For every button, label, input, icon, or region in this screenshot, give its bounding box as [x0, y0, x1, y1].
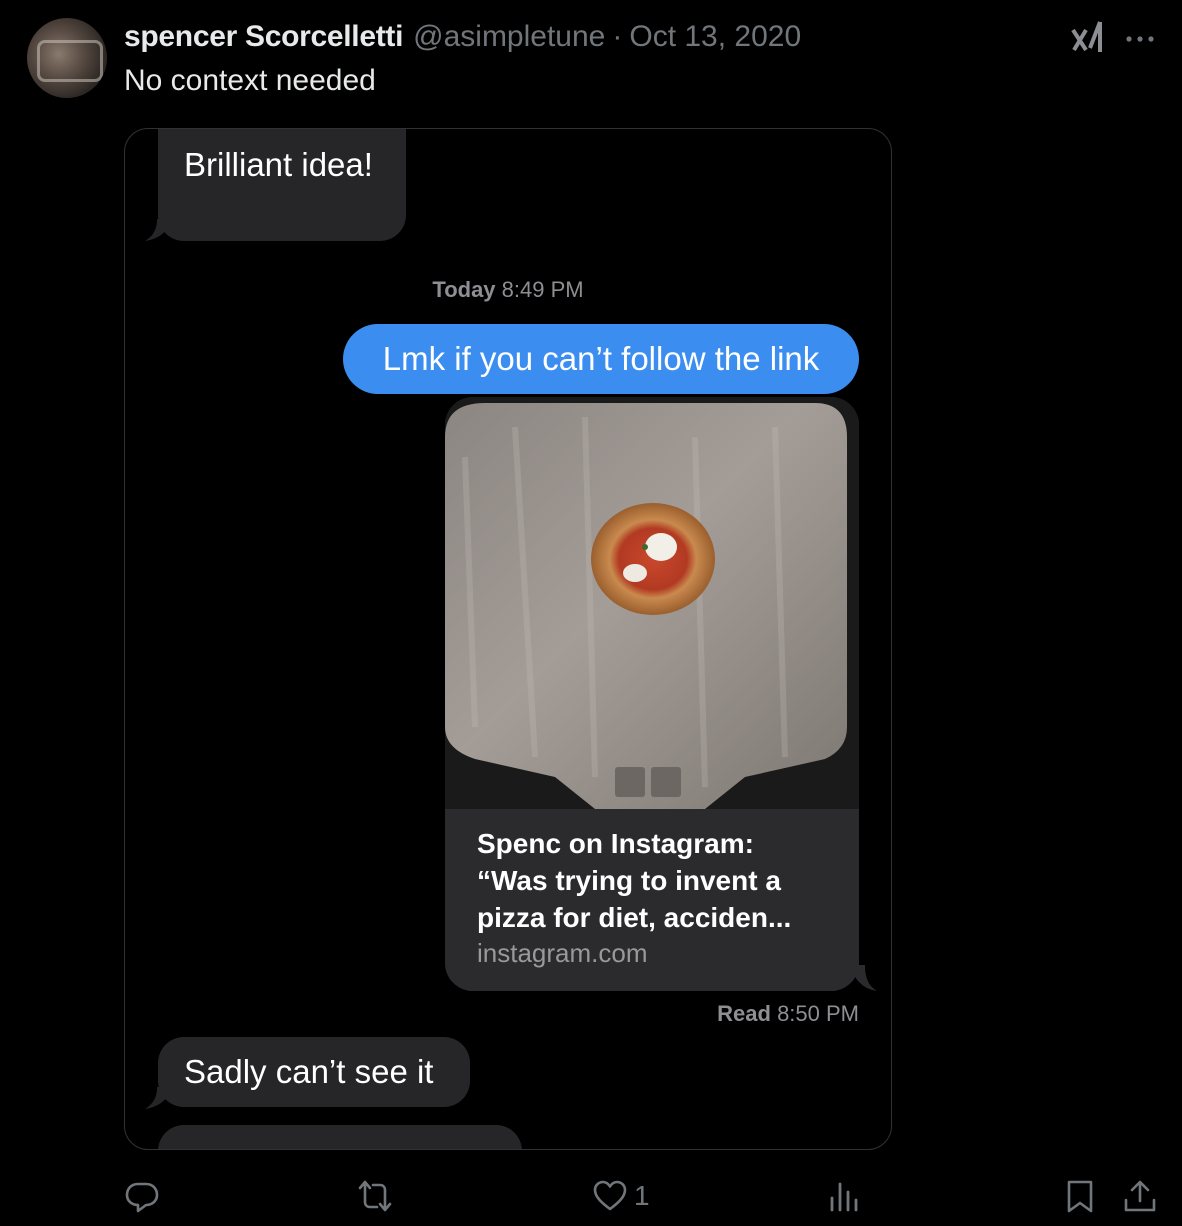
- link-preview-info: Spenc on Instagram: “Was trying to inven…: [445, 809, 859, 991]
- tweet-media[interactable]: Brilliant idea! Today 8:49 PM Lmk if you…: [124, 128, 892, 1150]
- incoming-message-bubble-partial: [158, 1125, 522, 1149]
- views-button[interactable]: [826, 1178, 862, 1214]
- like-icon: [593, 1180, 627, 1211]
- separator-dot: ·: [612, 20, 623, 53]
- bubble-tail-icon: [851, 965, 877, 991]
- bubble-tail-icon: [145, 219, 171, 241]
- share-icon: [1124, 1180, 1156, 1212]
- more-icon[interactable]: [1124, 24, 1156, 54]
- incoming-message-bubble: Sadly can’t see it: [158, 1037, 470, 1107]
- reply-icon: [125, 1182, 159, 1213]
- avatar[interactable]: [27, 18, 107, 98]
- like-count: 1: [634, 1180, 650, 1211]
- bookmark-icon: [1067, 1180, 1093, 1213]
- retweet-icon: [358, 1180, 392, 1212]
- timestamp-day: Today: [432, 277, 496, 302]
- message-timestamp: Today 8:49 PM: [125, 277, 891, 303]
- outgoing-message-bubble: Lmk if you can’t follow the link: [343, 324, 859, 394]
- read-label: Read: [717, 1001, 771, 1026]
- pizza-photo: [445, 397, 859, 809]
- link-domain: instagram.com: [477, 938, 648, 968]
- read-time: 8:50 PM: [777, 1001, 859, 1026]
- author-name[interactable]: spencer Scorcelletti: [124, 20, 403, 54]
- bookmark-button[interactable]: [1062, 1178, 1098, 1214]
- tweet-actions: 1: [0, 1170, 1182, 1220]
- author-handle[interactable]: @asimpletune: [413, 20, 605, 54]
- reply-button[interactable]: [124, 1178, 160, 1214]
- views-icon: [830, 1182, 858, 1212]
- share-button[interactable]: [1122, 1178, 1158, 1214]
- tweet-text: No context needed: [124, 64, 376, 97]
- bubble-tail-icon: [145, 1087, 171, 1109]
- read-receipt: Read 8:50 PM: [717, 1001, 859, 1027]
- incoming-message-bubble: Brilliant idea!: [158, 129, 406, 241]
- timestamp-time: 8:49 PM: [501, 277, 584, 302]
- link-title[interactable]: Spenc on Instagram: “Was trying to inven…: [477, 825, 827, 936]
- link-preview-card: Spenc on Instagram: “Was trying to inven…: [445, 397, 859, 991]
- tweet: spencer Scorcelletti @asimpletune · Oct …: [0, 0, 1182, 1226]
- grok-icon[interactable]: [1070, 20, 1104, 56]
- tweet-date[interactable]: Oct 13, 2020: [629, 20, 801, 54]
- tweet-header: spencer Scorcelletti @asimpletune · Oct …: [124, 20, 801, 60]
- like-button[interactable]: 1: [592, 1178, 650, 1214]
- retweet-button[interactable]: [357, 1178, 393, 1214]
- incoming-message-text: Brilliant idea!: [184, 146, 373, 183]
